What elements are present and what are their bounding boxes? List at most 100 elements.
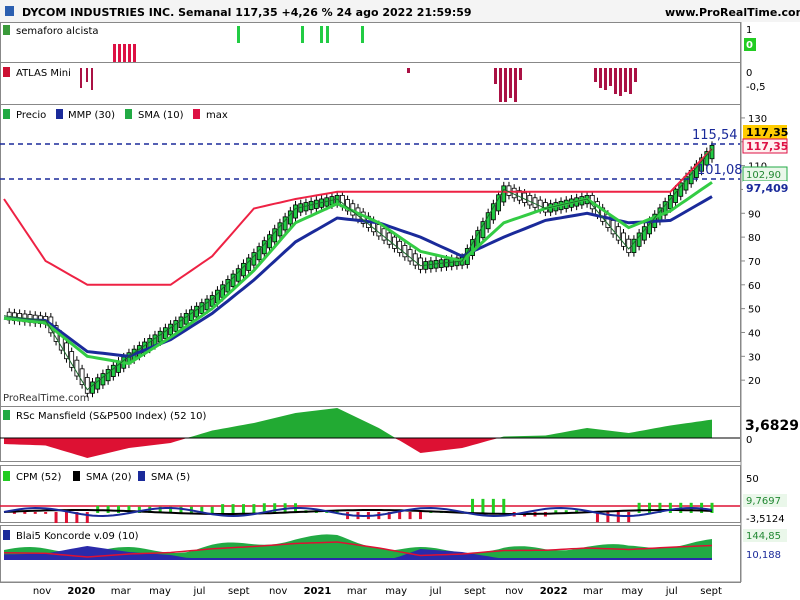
semaforo-badge-value: 0: [746, 40, 753, 51]
x-tick-label: mar: [583, 586, 604, 597]
candle-body: [402, 245, 408, 258]
cpm-bar: [502, 498, 506, 513]
atlas-label: ATLAS Mini: [16, 68, 71, 79]
candle-body: [100, 373, 106, 386]
price-tick-label: 20: [748, 376, 761, 387]
cpm-bar: [668, 502, 672, 513]
cpm-bar: [273, 503, 277, 513]
koncorde-label: Blai5 Koncorde v.09 (10): [16, 531, 139, 542]
candle-body: [376, 224, 382, 237]
x-tick-label: 2020: [67, 586, 95, 597]
cpm-bar: [54, 512, 58, 523]
x-tick-label: sept: [700, 586, 722, 597]
x-tick-label: nov: [505, 586, 523, 597]
price-tick-label: 130: [748, 114, 767, 125]
koncorde-swatch: [3, 530, 10, 540]
x-tick-label: 2021: [304, 586, 332, 597]
koncorde-badge-1-value: 144,85: [746, 531, 781, 542]
annot-high: 115,54: [692, 128, 738, 143]
rsc-swatch: [3, 410, 10, 420]
price-tick-label: 40: [748, 328, 761, 339]
candle-body: [199, 302, 205, 314]
cpm-bar: [616, 512, 620, 523]
semaforo-label: semaforo alcista: [16, 26, 99, 37]
candle-body: [173, 320, 179, 332]
candle-body: [79, 368, 85, 386]
candle-body: [407, 249, 413, 262]
cpm-bar: [491, 498, 495, 513]
svg-text:max: max: [206, 110, 228, 121]
x-tick-label: may: [621, 586, 643, 597]
candle-body: [69, 351, 75, 368]
candle-body: [64, 342, 69, 360]
cpm-bar: [231, 504, 235, 513]
cpm-bar: [627, 512, 631, 523]
rsc-axis-0: 0: [746, 435, 752, 446]
semaforo-red-bars: [113, 44, 136, 62]
candle-body: [480, 221, 486, 239]
x-axis-ticks: nov 2020 mar may jul sept nov 2021 mar may jul sept…: [33, 586, 722, 597]
cpm-bar: [44, 512, 48, 514]
candle-body: [397, 240, 403, 254]
price-tick-label: 70: [748, 257, 761, 268]
price-badge-value: 117,35: [746, 126, 788, 139]
x-tick-label: sept: [464, 586, 486, 597]
candle-body: [485, 212, 491, 230]
menu-icon[interactable]: [5, 6, 14, 16]
atlas-axis-neg: -0,5: [746, 82, 766, 93]
candle-body: [501, 185, 507, 203]
x-tick-label: 2022: [540, 586, 568, 597]
site-label: www.ProRealTime.com: [665, 6, 800, 19]
x-tick-label: may: [385, 586, 407, 597]
cpm-bar: [481, 498, 485, 513]
candle-body: [490, 203, 496, 221]
price-tick-label: 60: [748, 281, 761, 292]
cpm-bar: [637, 502, 641, 513]
candle-body: [74, 359, 80, 377]
candle-body: [90, 381, 95, 394]
cpm-badge-2-value: -3,5124: [746, 514, 785, 525]
candle-body: [381, 228, 387, 241]
candle-body: [392, 236, 397, 249]
candle-body: [84, 377, 90, 394]
cpm-bar: [398, 512, 402, 520]
svg-text:SMA (5): SMA (5): [151, 472, 190, 483]
annot-low: 101,08: [697, 163, 743, 178]
cpm-bar: [117, 505, 121, 513]
candle-body: [178, 316, 184, 329]
candle-body: [189, 309, 194, 321]
x-tick-label: jul: [429, 586, 442, 597]
cpm-legend: CPM (52) SMA (20) SMA (5): [3, 471, 190, 483]
x-tick-label: nov: [33, 586, 51, 597]
cpm-bar: [64, 512, 68, 523]
candle-body: [496, 194, 501, 212]
cpm-bar: [252, 504, 256, 513]
candle-body: [105, 369, 111, 382]
atlas-swatch: [3, 67, 10, 77]
price-tick-label: 90: [748, 209, 761, 220]
cpm-bar: [23, 512, 27, 514]
candle-body: [386, 232, 392, 245]
x-tick-label: nov: [269, 586, 287, 597]
cpm-axis-50: 50: [746, 474, 759, 485]
candle-body: [293, 204, 298, 219]
semaforo-axis-1: 1: [746, 25, 752, 36]
x-tick-label: jul: [192, 586, 205, 597]
candle-body: [709, 144, 715, 160]
candle-body: [110, 364, 116, 377]
cpm-bar: [648, 502, 652, 513]
max-badge-value: 117,35: [746, 140, 788, 153]
cpm-bar: [471, 498, 475, 513]
svg-text:CPM (52): CPM (52): [16, 472, 61, 483]
rsc-label: RSc Mansfield (S&P500 Index) (52 10): [16, 411, 207, 422]
price-tick-label: 80: [748, 233, 761, 244]
cpm-bar: [33, 512, 37, 514]
chart-title: DYCOM INDUSTRIES INC. Semanal 117,35 +4,…: [22, 6, 472, 19]
x-tick-label: sept: [228, 586, 250, 597]
candle-body: [412, 253, 418, 266]
price-ticks: 1301201101009080706050403020: [741, 114, 767, 387]
candle-body: [522, 192, 527, 203]
koncorde-badge-2-value: 10,188: [746, 550, 781, 561]
svg-text:Precio: Precio: [16, 110, 46, 121]
candle-body: [157, 330, 163, 343]
